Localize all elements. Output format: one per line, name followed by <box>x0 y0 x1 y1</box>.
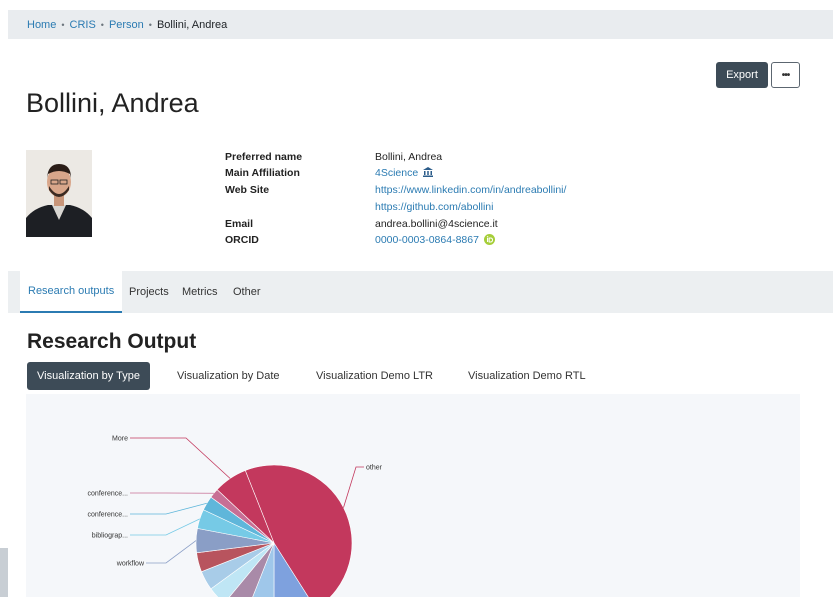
breadcrumb-separator: • <box>100 19 104 30</box>
viz-tab-by-date[interactable]: Visualization by Date <box>177 362 280 390</box>
pie-label-leader <box>130 502 207 515</box>
tab-metrics[interactable]: Metrics <box>182 271 217 313</box>
viz-tab-demo-ltr[interactable]: Visualization Demo LTR <box>316 362 433 390</box>
page-title: Bollini, Andrea <box>26 88 199 118</box>
breadcrumb-cris-link[interactable]: CRIS <box>70 19 96 31</box>
main-affiliation-link[interactable]: 4Science <box>375 167 418 179</box>
email-value: andrea.bollini@4science.it <box>375 218 498 230</box>
pie-slice-label: More <box>112 436 128 443</box>
pie-chart: other workflow bibliograp... conference... c… <box>88 436 383 597</box>
pie-slice-label: conference... <box>88 491 129 498</box>
section-title: Research Output <box>27 330 197 353</box>
orcid-label: ORCID <box>225 234 259 246</box>
side-scroll-strip <box>0 548 8 597</box>
breadcrumb-separator: • <box>61 19 65 30</box>
preferred-name-value: Bollini, Andrea <box>375 151 443 163</box>
entity-tabs: Research outputs Projects Metrics Other <box>8 271 833 313</box>
web-site-link-github[interactable]: https://github.com/abollini <box>375 201 493 213</box>
orcid-icon <box>483 234 495 248</box>
more-options-button[interactable]: ••• <box>771 62 800 88</box>
breadcrumb-home-link[interactable]: Home <box>27 19 56 31</box>
tab-projects[interactable]: Projects <box>129 271 169 313</box>
breadcrumb: Home • CRIS • Person • Bollini, Andrea <box>8 10 833 39</box>
preferred-name-label: Preferred name <box>225 151 303 163</box>
main-affiliation-label: Main Affiliation <box>225 167 300 179</box>
pie-label-leader <box>130 518 200 536</box>
tab-other[interactable]: Other <box>233 271 261 313</box>
web-site-label: Web Site <box>225 184 270 196</box>
viz-tab-by-type[interactable]: Visualization by Type <box>27 362 150 390</box>
institution-icon <box>423 167 434 180</box>
pie-slice-label: bibliograp... <box>92 533 128 540</box>
pie-slice-label: conference... <box>88 512 129 519</box>
pie-label-leader <box>146 540 197 564</box>
email-label: Email <box>225 218 254 230</box>
viz-tab-demo-rtl[interactable]: Visualization Demo RTL <box>468 362 586 390</box>
pie-label-leader <box>343 466 364 508</box>
pie-slice-label: other <box>366 465 383 472</box>
pie-label-leader <box>130 437 231 479</box>
orcid-link[interactable]: 0000-0003-0864-8867 <box>375 234 479 246</box>
export-button[interactable]: Export <box>716 62 768 88</box>
breadcrumb-current: Bollini, Andrea <box>156 18 228 31</box>
orcid-row: 0000-0003-0864-8867 <box>375 234 495 248</box>
web-site-link-linkedin[interactable]: https://www.linkedin.com/in/andreabollin… <box>375 184 566 196</box>
pie-slice-label: workflow <box>116 561 145 568</box>
main-affiliation-row: 4Science <box>375 167 434 180</box>
avatar <box>26 150 92 237</box>
breadcrumb-separator: • <box>148 19 152 30</box>
tab-research-outputs[interactable]: Research outputs <box>20 271 123 313</box>
pie-chart-panel: other workflow bibliograp... conference... c… <box>26 394 800 597</box>
breadcrumb-person-link[interactable]: Person <box>109 19 144 31</box>
